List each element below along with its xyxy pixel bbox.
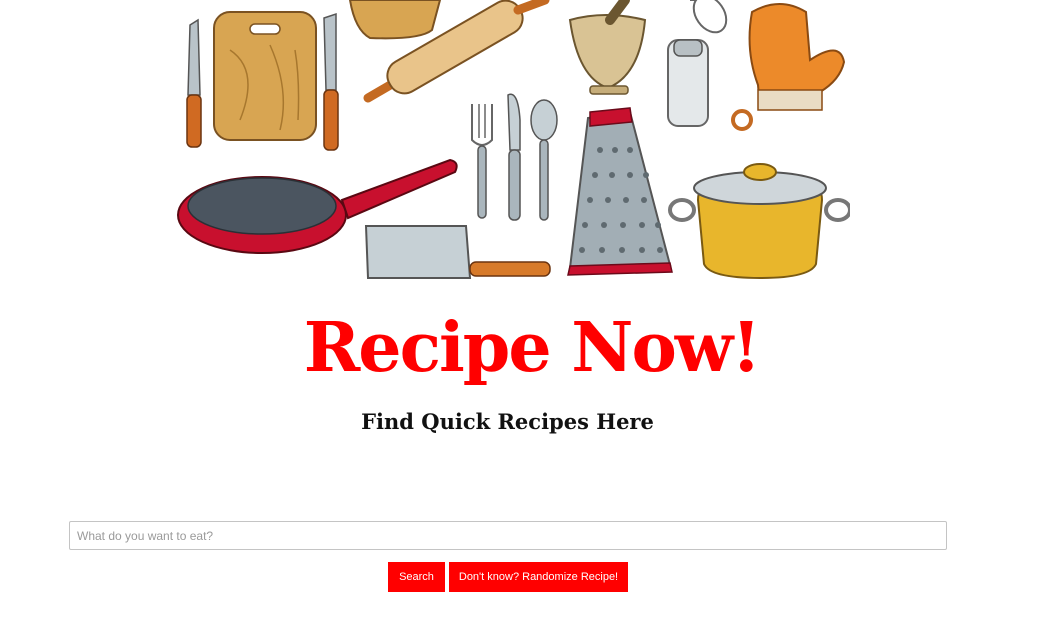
cutting-board-icon [213,11,317,141]
search-button[interactable]: Search [388,562,445,592]
whisk-icon [690,0,728,34]
page-title: Recipe Now! [303,308,761,388]
salt-shaker-icon [667,39,709,127]
knife-icon [186,18,202,148]
randomize-recipe-button[interactable]: Don't know? Randomize Recipe! [449,562,628,592]
fork-icon [471,104,493,219]
knife-icon [323,12,339,151]
hero-illustration [170,0,850,292]
grater-icon [567,107,673,276]
search-input[interactable] [69,521,947,550]
mortar-pestle-icon [568,0,647,95]
oven-mitt-icon [731,3,846,131]
cleaver-icon [364,225,551,279]
page-subtitle: Find Quick Recipes Here [361,409,654,434]
table-knife-icon [507,93,521,221]
board-edge-icon [348,0,442,40]
pot-icon [668,163,850,280]
spoon-icon [530,99,558,221]
